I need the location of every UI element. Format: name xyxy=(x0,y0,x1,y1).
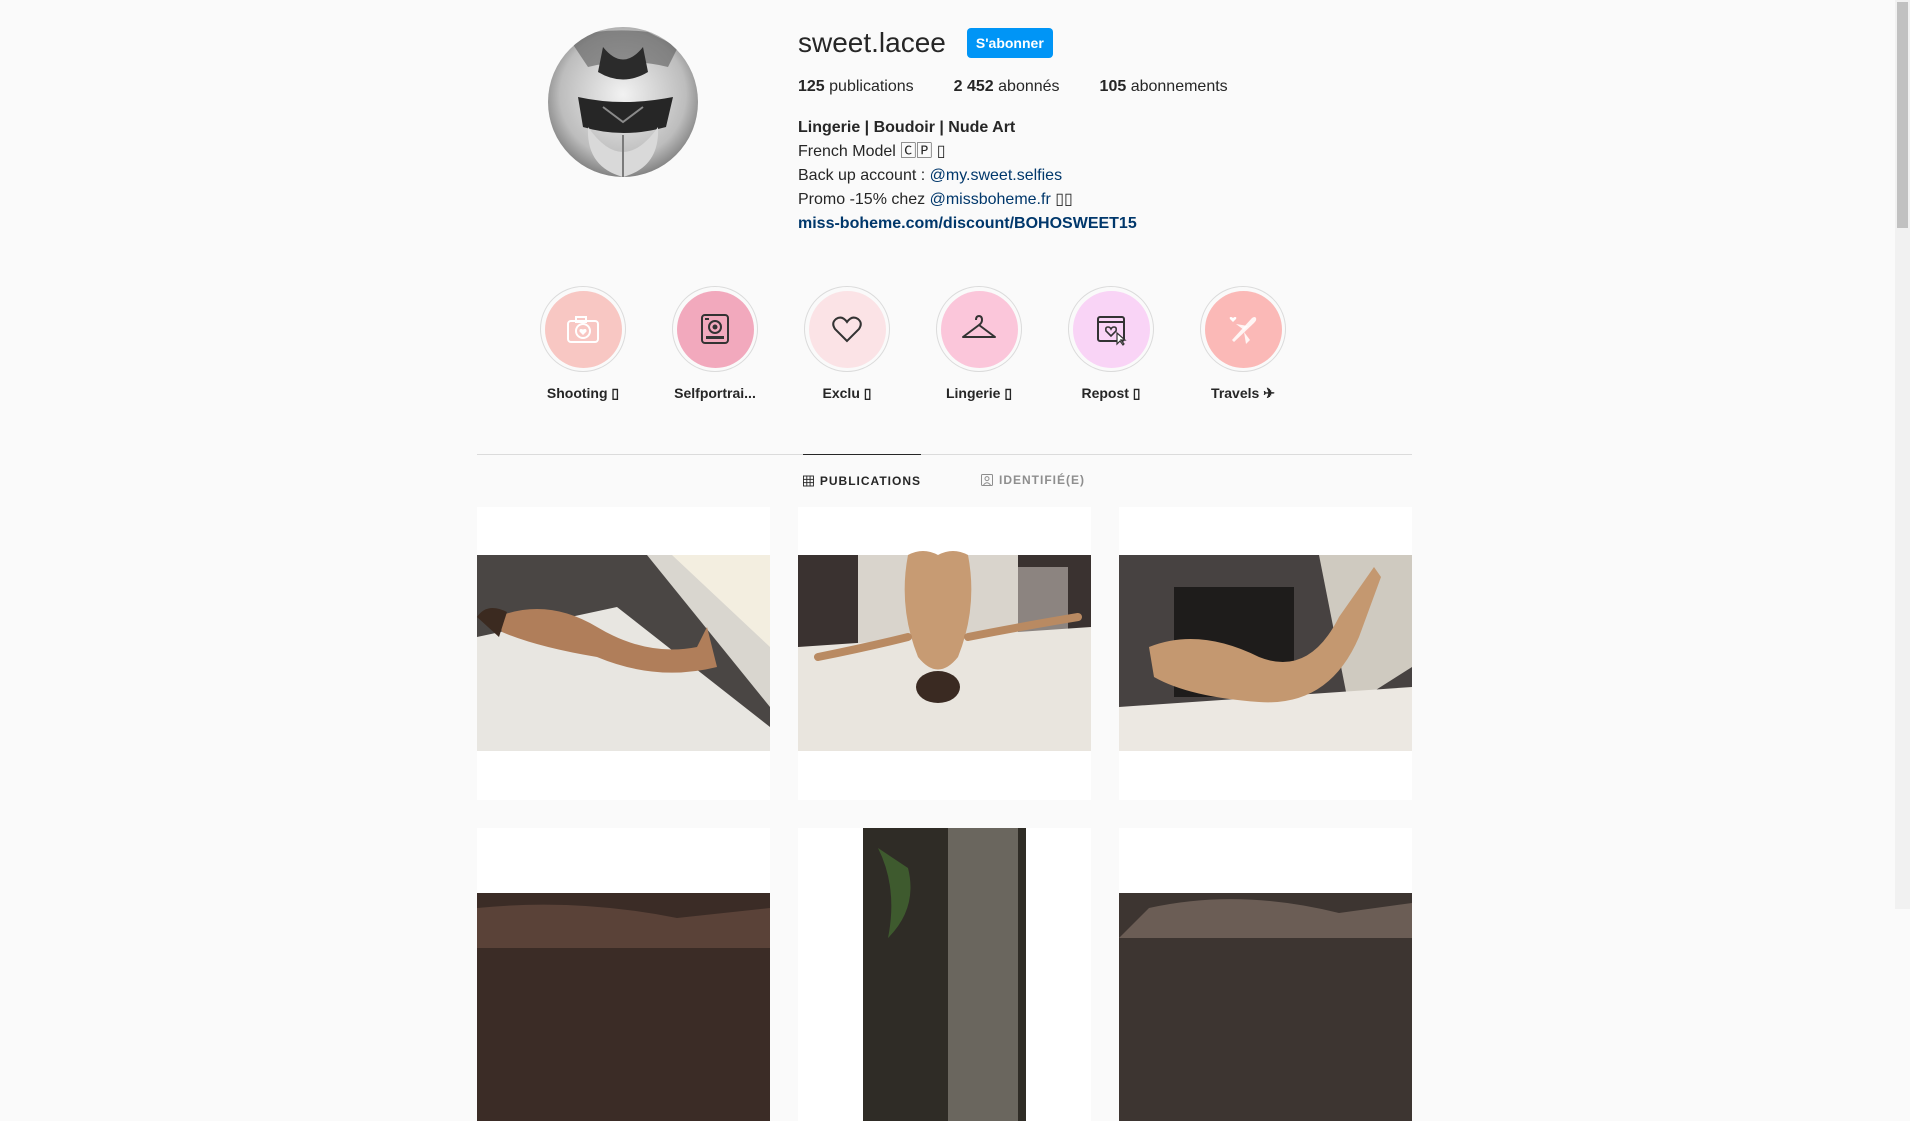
post-thumbnail[interactable] xyxy=(477,828,770,1121)
bio: Lingerie | Boudoir | Nude Art French Mod… xyxy=(798,116,1418,236)
bio-promo-suffix: ▯▯ xyxy=(1050,191,1073,208)
profile-info: sweet.lacee S'abonner 125 publications 2… xyxy=(798,24,1418,236)
tab-publications-label: PUBLICATIONS xyxy=(819,474,921,488)
heart-icon xyxy=(832,316,862,343)
posts-count: 125 xyxy=(798,78,825,95)
tab-tagged-label: IDENTIFIÉ(E) xyxy=(999,473,1085,487)
tab-publications[interactable]: PUBLICATIONS xyxy=(803,454,921,507)
bio-promo-line: Promo -15% chez @missboheme.fr ▯▯ xyxy=(798,188,1418,212)
highlight-label: Selfportrai... xyxy=(674,385,756,401)
posts-label: publications xyxy=(829,78,914,95)
highlight-shooting[interactable]: Shooting ▯ xyxy=(517,286,649,402)
post-thumbnail[interactable] xyxy=(798,828,1091,1121)
avatar[interactable] xyxy=(548,27,698,177)
post-thumbnail[interactable] xyxy=(798,507,1091,800)
username: sweet.lacee xyxy=(798,27,946,58)
grid-icon xyxy=(803,475,814,487)
story-highlights: Shooting ▯ Selfportrai... Exclu ▯ Linger… xyxy=(517,286,1309,402)
followers-count: 2 452 xyxy=(953,78,994,95)
repost-window-icon xyxy=(1097,316,1127,346)
promo-account-link[interactable]: @missboheme.fr xyxy=(930,191,1051,208)
followers-label: abonnés xyxy=(998,78,1060,95)
highlight-label: Lingerie ▯ xyxy=(945,385,1013,401)
post-thumbnail[interactable] xyxy=(1119,828,1412,1121)
following-stat[interactable]: 105 abonnements xyxy=(1100,78,1228,96)
highlight-exclu[interactable]: Exclu ▯ xyxy=(781,286,913,402)
highlight-label: Shooting ▯ xyxy=(546,385,620,401)
highlight-label: Repost ▯ xyxy=(1081,385,1141,401)
following-label: abonnements xyxy=(1130,78,1228,95)
followers-stat[interactable]: 2 452 abonnés xyxy=(954,78,1060,96)
highlight-repost[interactable]: Repost ▯ xyxy=(1045,286,1177,402)
tab-tagged[interactable]: IDENTIFIÉ(E) xyxy=(981,454,1085,506)
hanger-icon xyxy=(962,315,996,338)
bio-line: French Model 🄲🄿 ▯ xyxy=(798,143,946,160)
follow-button[interactable]: S'abonner xyxy=(966,28,1053,58)
bio-backup-prefix: Back up account : xyxy=(798,167,930,184)
highlight-travels[interactable]: Travels ✈ xyxy=(1177,286,1309,402)
tagged-person-icon xyxy=(981,474,993,486)
profile-header: sweet.lacee S'abonner xyxy=(798,24,1418,62)
camera-heart-icon xyxy=(567,316,599,343)
post-thumbnail[interactable] xyxy=(477,507,770,800)
profile-stats: 125 publications 2 452 abonnés 105 abonn… xyxy=(798,78,1418,96)
highlight-label: Exclu ▯ xyxy=(822,385,872,401)
polaroid-camera-icon xyxy=(701,314,729,344)
scrollbar[interactable] xyxy=(1895,0,1910,909)
scrollbar-thumb[interactable] xyxy=(1897,2,1908,228)
airplane-heart-icon xyxy=(1229,317,1257,344)
highlight-selfportrait[interactable]: Selfportrai... xyxy=(649,286,781,402)
profile-tabs: PUBLICATIONS IDENTIFIÉ(E) xyxy=(477,454,1412,507)
post-thumbnail[interactable] xyxy=(1119,507,1412,800)
highlight-lingerie[interactable]: Lingerie ▯ xyxy=(913,286,1045,402)
posts-stat: 125 publications xyxy=(798,78,914,96)
bio-title: Lingerie | Boudoir | Nude Art xyxy=(798,119,1016,136)
bio-promo-prefix: Promo -15% chez xyxy=(798,191,930,208)
external-link[interactable]: miss-boheme.com/discount/BOHOSWEET15 xyxy=(798,212,1418,236)
highlight-label: Travels ✈ xyxy=(1211,385,1275,401)
backup-account-link[interactable]: @my.sweet.selfies xyxy=(930,167,1062,184)
following-count: 105 xyxy=(1099,78,1127,95)
bio-backup-line: Back up account : @my.sweet.selfies xyxy=(798,164,1418,188)
